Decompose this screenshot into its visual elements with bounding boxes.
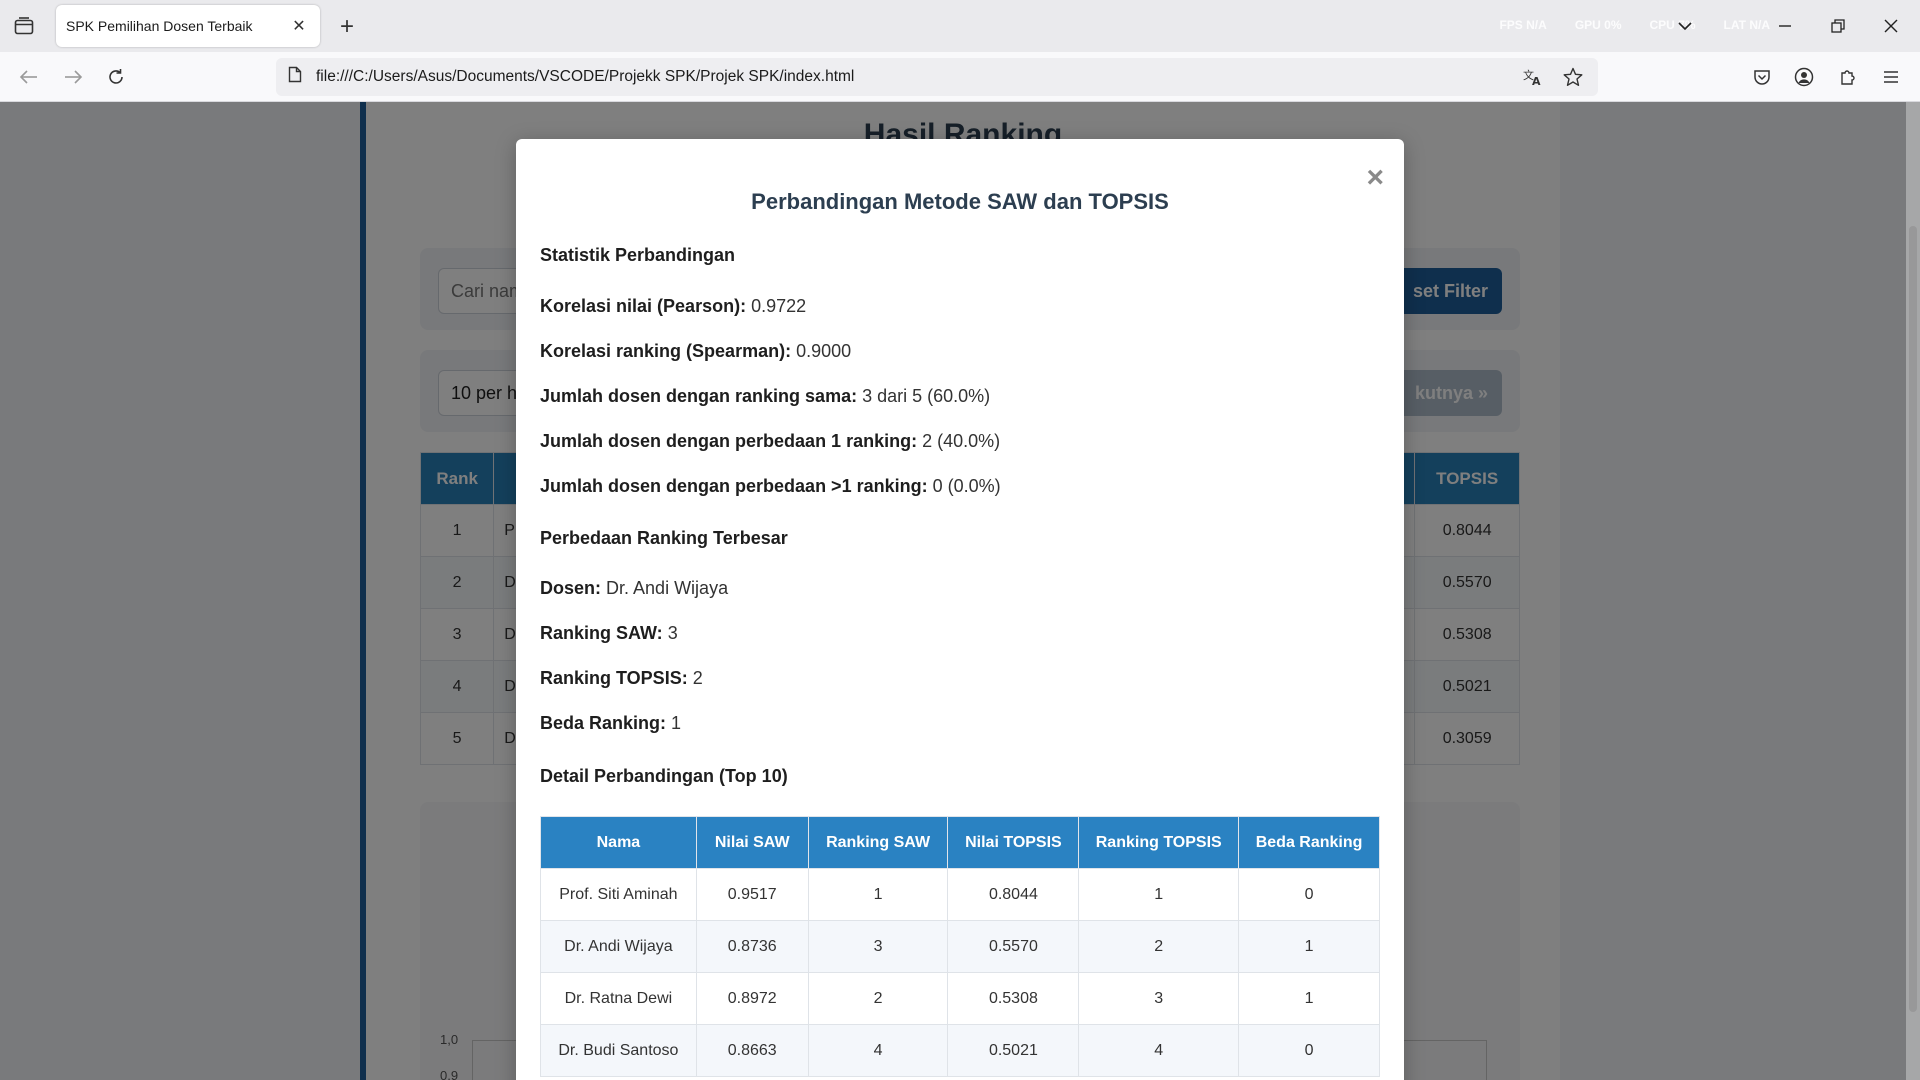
extensions-puzzle-icon[interactable] xyxy=(1833,63,1863,91)
stat-diff-more: Jumlah dosen dengan perbedaan >1 ranking… xyxy=(540,476,1001,496)
cell-nama: Prof. Siti Aminah xyxy=(540,868,697,921)
minimize-icon[interactable] xyxy=(1770,14,1800,38)
lat-readout: LAT N/A xyxy=(1723,18,1770,32)
column-header-nilai-topsis: Nilai TOPSIS xyxy=(947,816,1080,869)
table-row: Dr. Budi Santoso 0.8663 4 0.5021 4 0 xyxy=(540,1024,1380,1077)
restore-icon[interactable] xyxy=(1823,14,1853,38)
menu-hamburger-icon[interactable] xyxy=(1876,63,1906,91)
diff-ranking-topsis: Ranking TOPSIS: 2 xyxy=(540,668,703,688)
cell-beda-ranking: 0 xyxy=(1238,868,1380,921)
comparison-modal: × Perbandingan Metode SAW dan TOPSIS Sta… xyxy=(516,139,1404,1080)
cell-nilai-saw: 0.8663 xyxy=(695,1024,809,1077)
cell-nilai-saw: 0.9517 xyxy=(695,868,809,921)
new-tab-icon[interactable]: + xyxy=(333,13,361,41)
address-bar[interactable]: file:///C:/Users/Asus/Documents/VSCODE/P… xyxy=(276,58,1598,96)
back-arrow-icon[interactable] xyxy=(14,63,44,91)
column-header-beda-ranking: Beda Ranking xyxy=(1238,816,1380,869)
fps-readout: FPS N/A xyxy=(1499,18,1547,32)
bookmark-star-icon[interactable] xyxy=(1560,64,1586,90)
browser-tab-bar: SPK Pemilihan Dosen Terbaik ✕ + FPS N/A … xyxy=(0,0,1920,52)
translate-icon[interactable]: 文A xyxy=(1520,64,1546,90)
cell-nama: Dr. Ratna Dewi xyxy=(540,972,697,1025)
cell-beda-ranking: 0 xyxy=(1238,1024,1380,1077)
cell-nilai-topsis: 0.5308 xyxy=(947,972,1080,1025)
svg-text:A: A xyxy=(1532,75,1541,86)
stats-heading: Statistik Perbandingan xyxy=(540,245,736,265)
cell-nilai-saw: 0.8972 xyxy=(695,972,809,1025)
cell-ranking-saw: 2 xyxy=(807,972,949,1025)
tab-list-icon[interactable] xyxy=(10,14,38,38)
comparison-table: Nama Nilai SAW Ranking SAW Nilai TOPSIS … xyxy=(540,816,1380,1077)
column-header-nilai-saw: Nilai SAW xyxy=(695,816,809,869)
cell-ranking-saw: 4 xyxy=(807,1024,949,1077)
table-row: Dr. Andi Wijaya 0.8736 3 0.5570 2 1 xyxy=(540,920,1380,973)
cell-ranking-saw: 3 xyxy=(807,920,949,973)
window-close-icon[interactable] xyxy=(1876,14,1906,38)
performance-overlay: FPS N/A GPU 0% CPU 7% LAT N/A xyxy=(1499,18,1770,32)
scrollbar-thumb[interactable] xyxy=(1909,226,1917,1012)
table-row: Prof. Siti Aminah 0.9517 1 0.8044 1 0 xyxy=(540,868,1380,921)
stat-diff-one: Jumlah dosen dengan perbedaan 1 ranking:… xyxy=(540,431,1001,451)
forward-arrow-icon[interactable] xyxy=(58,63,88,91)
cell-beda-ranking: 1 xyxy=(1238,972,1380,1025)
page-scrollbar[interactable] xyxy=(1906,102,1920,1080)
column-header-ranking-topsis: Ranking TOPSIS xyxy=(1078,816,1240,869)
modal-title: Perbandingan Metode SAW dan TOPSIS xyxy=(751,189,1169,214)
pocket-icon[interactable] xyxy=(1747,63,1777,91)
url-text[interactable]: file:///C:/Users/Asus/Documents/VSCODE/P… xyxy=(316,68,1506,86)
cell-ranking-topsis: 2 xyxy=(1078,920,1240,973)
cell-nilai-topsis: 0.5021 xyxy=(947,1024,1080,1077)
column-header-ranking-saw: Ranking SAW xyxy=(807,816,949,869)
cell-ranking-topsis: 3 xyxy=(1078,972,1240,1025)
table-row: Dr. Ratna Dewi 0.8972 2 0.5308 3 1 xyxy=(540,972,1380,1025)
cell-ranking-topsis: 1 xyxy=(1078,868,1240,921)
detail-heading: Detail Perbandingan (Top 10) xyxy=(540,766,788,786)
gpu-readout: GPU 0% xyxy=(1574,18,1622,32)
browser-tab-active[interactable]: SPK Pemilihan Dosen Terbaik ✕ xyxy=(56,5,320,47)
reload-icon[interactable] xyxy=(101,63,131,91)
tab-title: SPK Pemilihan Dosen Terbaik xyxy=(66,18,253,34)
diff-dosen: Dosen: Dr. Andi Wijaya xyxy=(540,578,729,598)
diff-beda-ranking: Beda Ranking: 1 xyxy=(540,713,682,733)
cell-beda-ranking: 1 xyxy=(1238,920,1380,973)
tab-close-icon[interactable]: ✕ xyxy=(288,15,310,37)
diff-ranking-saw: Ranking SAW: 3 xyxy=(540,623,678,643)
cell-nama: Dr. Andi Wijaya xyxy=(540,920,697,973)
cell-nilai-topsis: 0.5570 xyxy=(947,920,1080,973)
cell-nilai-topsis: 0.8044 xyxy=(947,868,1080,921)
stat-same-rank: Jumlah dosen dengan ranking sama: 3 dari… xyxy=(540,386,991,406)
account-icon[interactable] xyxy=(1789,63,1819,91)
page-viewport: Hasil Ranking Cari nam set Filter 10 per… xyxy=(0,102,1920,1080)
column-header-nama: Nama xyxy=(540,816,697,869)
diff-heading: Perbedaan Ranking Terbesar xyxy=(540,528,788,548)
cell-ranking-saw: 1 xyxy=(807,868,949,921)
file-page-icon xyxy=(288,66,302,88)
chevron-down-icon[interactable] xyxy=(1670,14,1700,38)
stat-spearman: Korelasi ranking (Spearman): 0.9000 xyxy=(540,341,852,361)
cell-nama: Dr. Budi Santoso xyxy=(540,1024,697,1077)
cell-nilai-saw: 0.8736 xyxy=(695,920,809,973)
cell-ranking-topsis: 4 xyxy=(1078,1024,1240,1077)
browser-nav-bar: file:///C:/Users/Asus/Documents/VSCODE/P… xyxy=(0,52,1920,102)
stat-pearson: Korelasi nilai (Pearson): 0.9722 xyxy=(540,296,807,316)
